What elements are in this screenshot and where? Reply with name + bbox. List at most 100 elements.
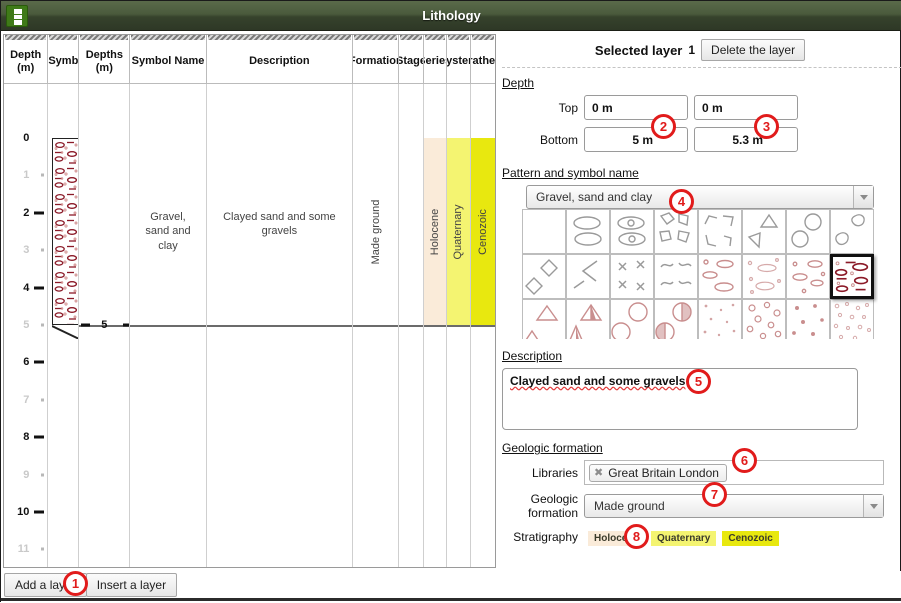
cell-formation[interactable]: Made ground	[370, 199, 382, 264]
column-header-formation[interactable]: Formation	[353, 35, 399, 83]
depth-tick-label: 9	[23, 469, 29, 481]
annotation-badge-8: 8	[624, 524, 649, 549]
window-title: Lithology	[1, 8, 901, 23]
cell-series[interactable]: Holocene	[429, 208, 441, 254]
lithology-pattern-fill[interactable]	[52, 138, 79, 325]
depth-top-input-2[interactable]: 0 m	[694, 95, 798, 120]
geologic-formation-row: Geologicformation Made ground	[498, 492, 901, 521]
lithology-symbol-column[interactable]	[48, 84, 79, 568]
gravel-sand-clay-pattern-icon[interactable]	[830, 254, 874, 299]
depth-tick-label: 8	[23, 431, 29, 443]
column-header-depth[interactable]: Depth(m)	[4, 35, 48, 83]
pattern-swatch-grid[interactable]	[522, 209, 878, 339]
diamonds-pattern-icon[interactable]	[522, 254, 566, 299]
cell-symbol-name[interactable]: Gravel,sand andclay	[130, 210, 205, 255]
column-header-series[interactable]: Series	[424, 35, 447, 83]
column-grip-icon[interactable]	[400, 35, 421, 40]
blank-pattern-icon[interactable]	[522, 209, 566, 254]
sparse-dots-pattern-icon[interactable]	[786, 299, 830, 339]
dense-speckle-pattern-icon[interactable]	[830, 299, 874, 339]
column-grip-icon[interactable]	[354, 35, 397, 40]
lithology-table: Depth(m) Symb Depths(m) Symbol Name Desc…	[3, 34, 496, 568]
column-grip-icon[interactable]	[131, 35, 204, 40]
pebbles-outline-pattern-icon[interactable]	[698, 254, 742, 299]
column-grip-icon[interactable]	[472, 35, 494, 40]
layer-boundary-line	[447, 325, 470, 327]
insert-layer-button[interactable]: Insert a layer	[86, 573, 177, 597]
depth-bottom-input-2[interactable]: 5.3 m	[694, 127, 798, 152]
column-header-description[interactable]: Description	[207, 35, 354, 83]
stratigraphy-tag-quaternary[interactable]: Quaternary	[651, 531, 716, 546]
description-textarea[interactable]: Clayed sand and some gravels	[502, 368, 858, 430]
pebbles-mixed-pattern-icon[interactable]	[786, 254, 830, 299]
half-circles-pattern-icon[interactable]	[654, 299, 698, 339]
stratigraphy-row: Stratigraphy HoloceneQuaternaryCenozoic	[498, 528, 901, 546]
column-header-symbol[interactable]: Symb	[48, 35, 79, 83]
column-header-depths[interactable]: Depths(m)	[79, 35, 130, 83]
pebbles-fine-pattern-icon[interactable]	[742, 254, 786, 299]
depth-tick-label: 6	[23, 356, 29, 368]
small-rings-pattern-icon[interactable]	[742, 299, 786, 339]
depth-tick-label: 2	[23, 207, 29, 219]
column-header-erathem[interactable]: Erathem	[471, 35, 495, 83]
angular-blocks-pattern-icon[interactable]	[654, 209, 698, 254]
lithology-bottom-bevel	[52, 325, 79, 339]
layer-bottom-depth-value[interactable]: 5	[101, 319, 107, 331]
stage-column[interactable]	[399, 84, 423, 568]
boulders-dot-pattern-icon[interactable]	[610, 209, 654, 254]
bone-clasts-pattern-icon[interactable]	[830, 209, 874, 254]
layer-boundary-line	[207, 325, 353, 327]
column-header-symbol-name[interactable]: Symbol Name	[130, 35, 206, 83]
description-column[interactable]: Clayed sand and some gravels	[207, 84, 354, 568]
column-header-erathem-label: Erathem	[471, 55, 495, 68]
boulders-pattern-icon[interactable]	[566, 209, 610, 254]
geologic-formation-select[interactable]: Made ground	[584, 494, 884, 518]
column-grip-icon[interactable]	[448, 35, 469, 40]
triangles-pattern-icon[interactable]	[742, 209, 786, 254]
description-section-legend: Description	[502, 349, 901, 363]
system-column[interactable]: Quaternary	[447, 84, 471, 568]
layer-boundary-line	[471, 325, 495, 327]
erathem-column[interactable]: Cenozoic	[471, 84, 495, 568]
layer-depth-column[interactable]: 5	[79, 84, 130, 568]
fine-dots-pattern-icon[interactable]	[698, 299, 742, 339]
chevron-down-icon[interactable]	[853, 186, 873, 208]
layer-boundary-tick	[81, 324, 90, 327]
remove-chip-icon[interactable]: ✖	[594, 466, 603, 479]
stratigraphy-tag-cenozoic[interactable]: Cenozoic	[722, 531, 778, 546]
selected-layer-number: 1	[688, 43, 695, 57]
delete-layer-button[interactable]: Delete the layer	[701, 39, 805, 61]
open-triangles-pattern-icon[interactable]	[522, 299, 566, 339]
pattern-name-select[interactable]: Gravel, sand and clay	[526, 185, 874, 209]
depth-tick-label: 0	[23, 132, 29, 144]
depth-bottom-row: Bottom 5 m 5.3 m	[498, 127, 901, 152]
cell-description[interactable]: Clayed sand and some gravels	[207, 210, 353, 240]
column-grip-icon[interactable]	[49, 35, 77, 40]
column-header-stage-label: Stage	[399, 55, 423, 68]
chevrons-pattern-icon[interactable]	[566, 254, 610, 299]
series-column[interactable]: Holocene	[424, 84, 447, 568]
column-grip-icon[interactable]	[5, 35, 46, 40]
formation-column[interactable]: Made ground	[353, 84, 399, 568]
cobbles-pattern-icon[interactable]	[786, 209, 830, 254]
column-grip-icon[interactable]	[208, 35, 352, 40]
cell-erathem[interactable]: Cenozoic	[477, 209, 489, 255]
depth-tick-label: 5	[23, 319, 29, 331]
filled-triangles-pattern-icon[interactable]	[566, 299, 610, 339]
chevron-down-icon[interactable]	[863, 495, 883, 517]
cell-system[interactable]: Quaternary	[452, 204, 464, 259]
crosses-pattern-icon[interactable]	[610, 254, 654, 299]
wavy-lines-pattern-icon[interactable]	[654, 254, 698, 299]
column-grip-icon[interactable]	[425, 35, 445, 40]
open-circles-pattern-icon[interactable]	[610, 299, 654, 339]
library-chip-great-britain-london[interactable]: ✖ Great Britain London	[589, 464, 727, 482]
column-header-system[interactable]: System	[447, 35, 471, 83]
rubble-pattern-icon[interactable]	[698, 209, 742, 254]
column-header-stage[interactable]: Stage	[399, 35, 423, 83]
layer-boundary-line	[399, 325, 422, 327]
symbol-name-column[interactable]: Gravel,sand andclay	[130, 84, 206, 568]
layer-boundary-line	[353, 325, 398, 327]
column-grip-icon[interactable]	[80, 35, 128, 40]
depth-top-input-1[interactable]: 0 m	[584, 95, 688, 120]
window-titlebar: Lithology	[1, 1, 901, 31]
